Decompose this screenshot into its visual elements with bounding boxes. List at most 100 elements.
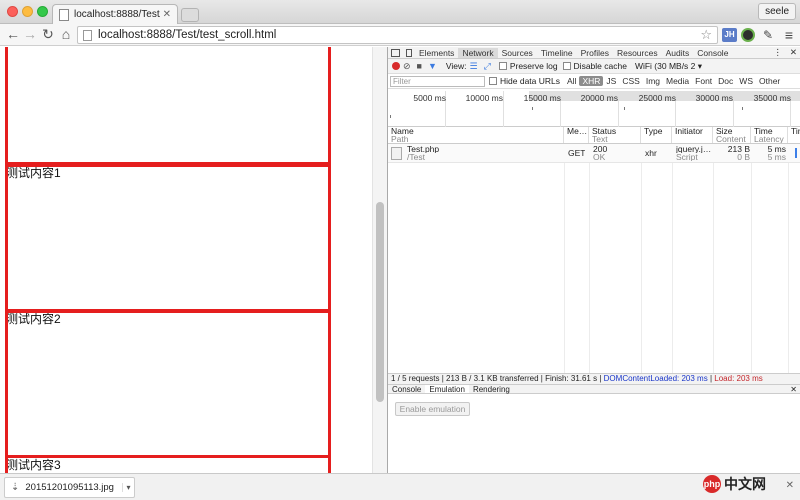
column-title: Type — [644, 127, 663, 136]
clear-icon[interactable]: ⊘ — [403, 61, 411, 72]
tab-close-icon[interactable]: ✕ — [163, 9, 171, 20]
disable-cache-checkbox[interactable] — [562, 62, 571, 70]
download-item[interactable]: ⇣ 20151201095113.jpg ▾ — [4, 477, 135, 498]
tab-sources[interactable]: Sources — [498, 48, 537, 58]
close-window-button[interactable] — [7, 6, 18, 17]
drawer-tabs: Console Emulation Rendering ✕ — [388, 384, 800, 394]
type-filter-ws[interactable]: WS — [736, 76, 756, 86]
inspect-icon[interactable] — [391, 48, 400, 57]
overview-tick: 15000 ms — [523, 93, 561, 103]
back-icon[interactable]: ← — [5, 26, 21, 43]
waterfall-bar — [795, 148, 797, 158]
view-label: View: — [445, 61, 467, 71]
request-path: /Test — [407, 153, 425, 161]
hide-data-urls-checkbox[interactable] — [489, 77, 497, 85]
scrollbar-thumb[interactable] — [376, 202, 384, 402]
type-filter-all[interactable]: All — [564, 76, 579, 86]
column-divider — [788, 144, 789, 373]
url-text[interactable]: localhost:8888/Test/test_scroll.html — [98, 29, 700, 41]
download-file-name[interactable]: 20151201095113.jpg — [25, 482, 122, 493]
home-icon[interactable]: ⌂ — [58, 26, 74, 43]
filter-input[interactable]: Filter — [390, 75, 485, 87]
drawer-tab-console[interactable]: Console — [388, 385, 425, 394]
enable-emulation-button[interactable]: Enable emulation — [395, 402, 470, 416]
tab-console[interactable]: Console — [693, 48, 732, 58]
column-name[interactable]: Name Path — [388, 127, 564, 143]
throttle-select[interactable]: WiFi (30 MB/s 2 ▾ — [635, 61, 702, 72]
overview-tick: 30000 ms — [695, 93, 733, 103]
page-scrollbar[interactable] — [372, 47, 387, 473]
devtools-close-icon[interactable]: ✕ — [786, 47, 800, 58]
tab-network[interactable]: Network — [458, 47, 498, 58]
profile-button[interactable]: seele — [758, 3, 796, 20]
network-toolbar: ⊘ ■ ▼ View: ☰ ⤢ Preserve log Disable cac… — [388, 59, 800, 74]
drawer-close-icon[interactable]: ✕ — [786, 385, 800, 394]
browser-tab[interactable]: localhost:8888/Test/test_sc ✕ — [52, 4, 178, 24]
type-filter-js[interactable]: JS — [603, 76, 619, 86]
network-overview[interactable]: 5000 ms 10000 ms 15000 ms 20000 ms 25000… — [388, 89, 800, 127]
column-title: Name — [391, 127, 414, 136]
drawer-tab-emulation[interactable]: Emulation — [425, 385, 469, 394]
address-bar[interactable]: localhost:8888/Test/test_scroll.html ☆ — [77, 26, 718, 44]
overview-tick: 25000 ms — [638, 93, 676, 103]
type-filter-xhr[interactable]: XHR — [579, 76, 604, 86]
type-filter-css[interactable]: CSS — [619, 76, 642, 86]
column-size[interactable]: Size Content — [713, 127, 751, 143]
request-name[interactable]: Test.php — [407, 145, 439, 153]
request-latency: 5 ms — [767, 153, 786, 161]
type-filter-doc[interactable]: Doc — [715, 76, 736, 86]
request-type: xhr — [645, 149, 657, 157]
jh-extension-icon[interactable]: JH — [722, 28, 737, 42]
column-method[interactable]: Me… — [564, 127, 589, 143]
column-divider — [589, 144, 590, 373]
content-block — [5, 47, 331, 165]
overview-tick: 10000 ms — [465, 93, 503, 103]
new-tab-button[interactable] — [181, 8, 199, 22]
column-title: Me… — [567, 127, 588, 136]
preserve-log-checkbox[interactable] — [498, 62, 507, 70]
column-initiator[interactable]: Initiator — [672, 127, 713, 143]
type-filter-media[interactable]: Media — [663, 76, 692, 86]
column-timeline[interactable]: Tim — [788, 127, 800, 143]
pen-extension-icon[interactable]: ✎ — [760, 27, 776, 43]
extension-circle-icon[interactable] — [741, 28, 755, 42]
forward-icon[interactable]: → — [22, 26, 38, 43]
bookmark-star-icon[interactable]: ☆ — [700, 27, 712, 43]
menu-icon[interactable]: ≡ — [781, 27, 797, 43]
tab-audits[interactable]: Audits — [662, 48, 694, 58]
list-view-icon[interactable]: ☰ — [470, 61, 478, 72]
minimize-window-button[interactable] — [22, 6, 33, 17]
request-time: 5 ms — [767, 145, 786, 153]
overview-icon[interactable]: ⤢ — [484, 61, 491, 72]
column-type[interactable]: Type — [641, 127, 672, 143]
drawer-tab-rendering[interactable]: Rendering — [469, 385, 514, 394]
camera-icon[interactable]: ■ — [417, 61, 422, 71]
tab-profiles[interactable]: Profiles — [577, 48, 613, 58]
tab-timeline[interactable]: Timeline — [537, 48, 577, 58]
request-mark — [532, 107, 533, 110]
more-icon[interactable]: ⋮ — [769, 47, 786, 58]
record-icon[interactable] — [392, 62, 400, 70]
network-summary: 1 / 5 requests | 213 B / 3.1 KB transfer… — [388, 373, 800, 384]
disable-cache-label: Disable cache — [573, 61, 627, 71]
initiator-link[interactable]: jquery.j… — [676, 145, 712, 153]
content-block — [5, 455, 331, 473]
table-row[interactable]: Test.php /Test GET 200 OK xhr jquery.j… … — [388, 144, 800, 163]
load-time: Load: 203 ms — [714, 374, 763, 383]
request-mark — [742, 107, 743, 110]
device-mode-icon[interactable] — [406, 48, 412, 57]
dom-content-loaded: DOMContentLoaded: 203 ms — [603, 374, 708, 383]
reload-icon[interactable]: ↻ — [40, 26, 56, 43]
file-download-icon: ⇣ — [11, 482, 20, 493]
chevron-down-icon[interactable]: ▾ — [122, 483, 134, 492]
type-filter-other[interactable]: Other — [756, 76, 783, 86]
column-time[interactable]: Time Latency — [751, 127, 788, 143]
tab-elements[interactable]: Elements — [415, 48, 458, 58]
separator: | — [709, 374, 713, 383]
type-filter-font[interactable]: Font — [692, 76, 715, 86]
column-status[interactable]: Status Text — [589, 127, 641, 143]
filter-icon[interactable]: ▼ — [428, 61, 437, 71]
type-filter-img[interactable]: Img — [643, 76, 663, 86]
tab-resources[interactable]: Resources — [613, 48, 662, 58]
zoom-window-button[interactable] — [37, 6, 48, 17]
